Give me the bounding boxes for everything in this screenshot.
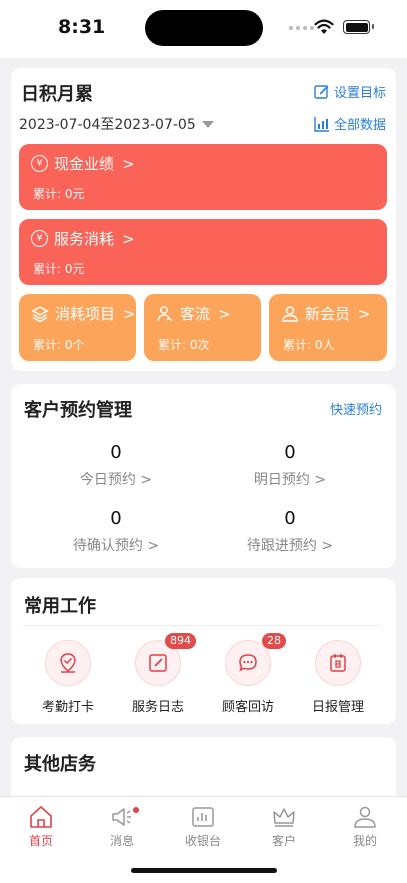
tab-customers[interactable]: 客户 bbox=[249, 805, 319, 849]
customer-followup-badge: 28 bbox=[262, 633, 286, 649]
service-consumption-tile[interactable]: ¥ 服务消耗 > 累计: 0元 bbox=[19, 219, 387, 285]
yuan-circle-icon: ¥ bbox=[31, 155, 48, 172]
divider bbox=[23, 625, 381, 626]
traffic-total: 累计: 0次 bbox=[158, 338, 210, 352]
tab-cashier[interactable]: 收银台 bbox=[168, 805, 238, 849]
service-log-button[interactable]: 894 服务日志 bbox=[118, 633, 198, 715]
chat-bubble-icon bbox=[239, 654, 257, 672]
yuan-refresh-icon: ¥ bbox=[31, 230, 48, 247]
calendar-icon bbox=[330, 654, 346, 672]
tab-profile-label: 我的 bbox=[352, 834, 377, 848]
tab-messages-label: 消息 bbox=[109, 834, 134, 848]
tab-messages[interactable]: 消息 bbox=[87, 805, 157, 849]
daily-report-button[interactable]: 日报管理 bbox=[298, 640, 378, 715]
status-time: 8:31 bbox=[58, 16, 106, 38]
items-total: 累计: 0个 bbox=[33, 338, 85, 352]
megaphone-icon bbox=[112, 808, 131, 826]
pending-follow-count: 0 bbox=[284, 508, 296, 529]
chevron-right-icon: > bbox=[358, 304, 371, 323]
tab-profile[interactable]: 我的 bbox=[330, 805, 400, 849]
edit-icon bbox=[314, 84, 329, 99]
customer-followup-button[interactable]: 28 顾客回访 bbox=[208, 633, 288, 715]
consumed-items-tile[interactable]: 消耗项目 > 累计: 0个 bbox=[19, 294, 136, 361]
today-appointments[interactable]: 0 今日预约 > bbox=[41, 442, 191, 489]
set-goal-label: 设置目标 bbox=[333, 86, 386, 101]
customer-followup-label: 顾客回访 bbox=[221, 700, 274, 715]
tab-customers-label: 客户 bbox=[271, 834, 296, 848]
traffic-label: 客流 bbox=[180, 305, 211, 323]
person-walk-icon bbox=[157, 305, 173, 321]
all-data-label: 全部数据 bbox=[333, 118, 386, 133]
service-total: 累计: 0元 bbox=[33, 262, 85, 276]
home-indicator bbox=[131, 868, 277, 873]
date-range-text: 2023-07-04至2023-07-05 bbox=[19, 117, 196, 133]
wifi-icon bbox=[314, 19, 334, 34]
cash-total: 累计: 0元 bbox=[33, 187, 85, 201]
service-log-badge: 894 bbox=[165, 633, 196, 649]
chevron-right-icon: > bbox=[218, 304, 231, 323]
summary-title: 日积月累 bbox=[21, 84, 93, 105]
cash-label: 现金业绩 bbox=[54, 155, 115, 173]
date-range-selector[interactable]: 2023-07-04至2023-07-05 bbox=[19, 114, 214, 134]
today-count: 0 bbox=[110, 442, 122, 463]
common-work-title: 常用工作 bbox=[24, 596, 96, 617]
message-unread-dot bbox=[133, 807, 139, 813]
set-goal-link[interactable]: 设置目标 bbox=[314, 82, 386, 101]
attendance-button[interactable]: 考勤打卡 bbox=[28, 640, 108, 715]
summary-card: 日积月累 设置目标 全部数据 2023-07-04至2023-07-05 ¥ 现金… bbox=[11, 68, 396, 371]
pending-follow-appointments[interactable]: 0 待跟进预约 > bbox=[215, 508, 365, 555]
chevron-right-icon: > bbox=[122, 154, 135, 173]
caret-down-icon bbox=[201, 120, 214, 128]
chevron-right-icon: > bbox=[122, 229, 135, 248]
customer-traffic-tile[interactable]: 客流 > 累计: 0次 bbox=[144, 294, 261, 361]
daily-report-label: 日报管理 bbox=[311, 700, 364, 715]
layers-icon bbox=[31, 305, 49, 322]
attendance-label: 考勤打卡 bbox=[41, 700, 94, 715]
crown-icon bbox=[273, 808, 295, 827]
tomorrow-appointments[interactable]: 0 明日预约 > bbox=[215, 442, 365, 489]
service-label: 服务消耗 bbox=[54, 230, 115, 248]
all-data-link[interactable]: 全部数据 bbox=[314, 114, 386, 133]
new-members-tile[interactable]: 新会员 > 累计: 0人 bbox=[269, 294, 387, 361]
cash-performance-tile[interactable]: ¥ 现金业绩 > 累计: 0元 bbox=[19, 144, 387, 210]
service-log-label: 服务日志 bbox=[131, 700, 184, 715]
pending-confirm-appointments[interactable]: 0 待确认预约 > bbox=[41, 508, 191, 555]
pending-follow-label: 待跟进预约 > bbox=[246, 538, 334, 554]
quick-appointment-link[interactable]: 快速预约 bbox=[330, 399, 382, 418]
bar-chart-icon bbox=[314, 116, 329, 132]
other-affairs-card: 其他店务 bbox=[11, 737, 396, 797]
service-log-icon bbox=[149, 654, 167, 672]
user-icon bbox=[354, 806, 376, 828]
battery-icon bbox=[343, 20, 374, 34]
items-label: 消耗项目 bbox=[55, 305, 116, 323]
member-icon bbox=[282, 305, 298, 322]
pending-confirm-label: 待确认预约 > bbox=[72, 538, 160, 554]
home-icon bbox=[30, 806, 52, 828]
tab-cashier-label: 收银台 bbox=[184, 834, 221, 848]
cellular-icon bbox=[289, 26, 314, 30]
members-total: 累计: 0人 bbox=[283, 338, 335, 352]
tomorrow-count: 0 bbox=[284, 442, 296, 463]
pending-confirm-count: 0 bbox=[110, 508, 122, 529]
chevron-right-icon: > bbox=[123, 304, 136, 323]
dynamic-island bbox=[145, 10, 263, 46]
today-label: 今日预约 > bbox=[79, 472, 153, 488]
other-affairs-title: 其他店务 bbox=[24, 754, 96, 775]
common-work-card: 常用工作 考勤打卡 894 服务日志 28 顾客回访 日报管理 bbox=[11, 578, 396, 724]
tab-home-label: 首页 bbox=[28, 834, 53, 848]
attendance-icon bbox=[60, 653, 76, 673]
appointment-title: 客户预约管理 bbox=[24, 400, 132, 421]
members-label: 新会员 bbox=[305, 305, 351, 323]
tomorrow-label: 明日预约 > bbox=[253, 472, 327, 488]
status-bar: 8:31 bbox=[0, 0, 407, 58]
cashier-chart-icon bbox=[192, 807, 214, 827]
appointment-card: 客户预约管理 快速预约 0 今日预约 > 0 明日预约 > 0 待确认预约 > … bbox=[11, 384, 396, 568]
tab-home[interactable]: 首页 bbox=[6, 805, 76, 849]
